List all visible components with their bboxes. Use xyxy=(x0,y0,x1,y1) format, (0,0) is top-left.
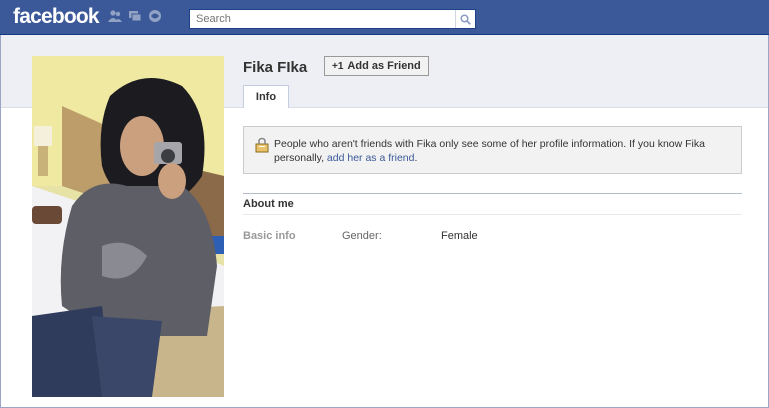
gender-value: Female xyxy=(441,230,478,242)
add-as-friend-link[interactable]: add her as a friend xyxy=(327,152,415,164)
facebook-logo[interactable]: facebook xyxy=(13,5,100,29)
notification-jewels xyxy=(108,9,162,23)
search-icon xyxy=(460,13,471,25)
search-box xyxy=(189,9,476,29)
tab-info[interactable]: Info xyxy=(243,85,289,108)
notifications-icon[interactable] xyxy=(148,9,162,23)
basic-info-label: Basic info xyxy=(243,230,296,242)
notice-period: . xyxy=(414,152,418,164)
add-as-friend-button[interactable]: +1 Add as Friend xyxy=(324,56,429,76)
section-divider xyxy=(243,193,742,194)
lock-icon xyxy=(255,137,269,153)
search-input[interactable] xyxy=(190,10,458,28)
tab-info-label: Info xyxy=(255,91,277,103)
profile-name: Fika FIka xyxy=(243,59,308,76)
section-subdivider xyxy=(243,214,742,215)
profile-photo-image xyxy=(32,56,224,397)
add-friend-label: Add as Friend xyxy=(347,60,421,72)
friend-requests-icon[interactable] xyxy=(108,9,122,23)
privacy-notice: People who aren't friends with Fika only… xyxy=(243,126,742,174)
top-navigation-bar: facebook xyxy=(0,0,769,35)
add-friend-icon: +1 xyxy=(332,60,344,72)
messages-icon[interactable] xyxy=(128,9,142,23)
profile-picture[interactable] xyxy=(32,56,224,397)
search-button[interactable] xyxy=(455,10,475,28)
privacy-notice-text: People who aren't friends with Fika only… xyxy=(274,137,729,165)
gender-label: Gender: xyxy=(342,230,382,242)
about-me-heading: About me xyxy=(243,198,294,210)
